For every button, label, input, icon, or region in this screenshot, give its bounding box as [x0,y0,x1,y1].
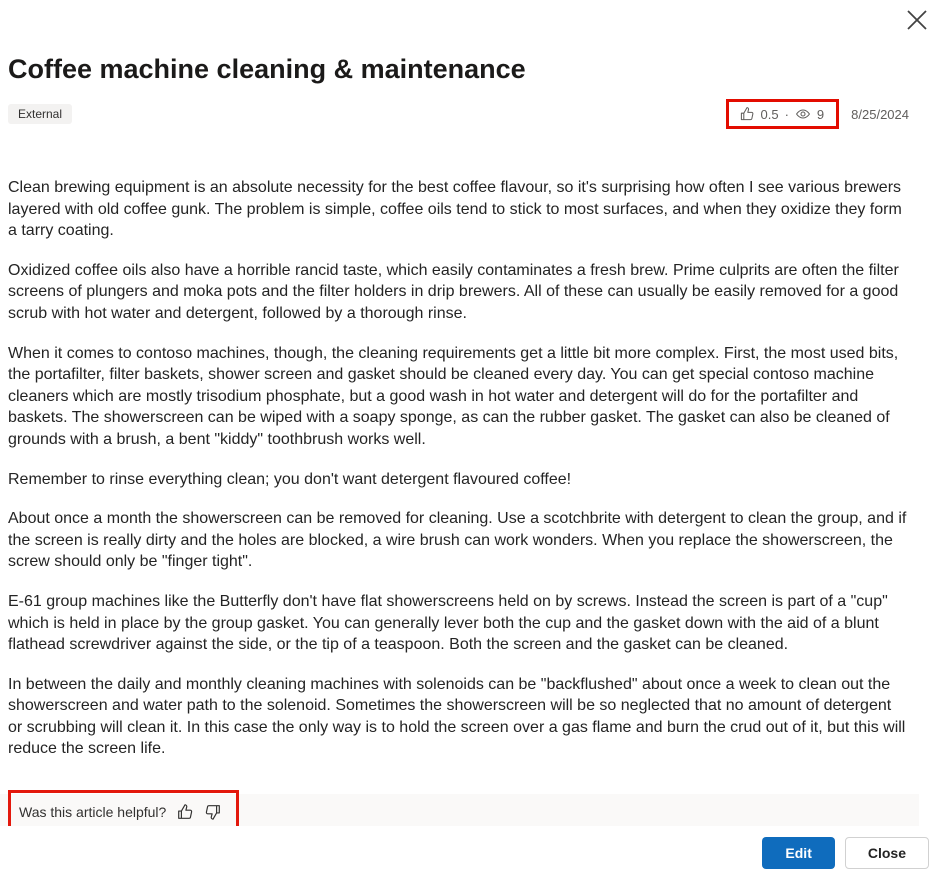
thumbs-down-button[interactable] [204,803,222,821]
feedback-highlight-box: Was this article helpful? [8,790,239,826]
page-title: Coffee machine cleaning & maintenance [8,54,909,85]
article-scroll-area[interactable]: Coffee machine cleaning & maintenance Ex… [0,0,919,826]
meta-row: External 0.5 · 9 8/25/2024 [8,99,909,129]
thumbs-up-button[interactable] [176,803,194,821]
article-content: Clean brewing equipment is an absolute n… [8,177,909,760]
feedback-bar: Was this article helpful? [0,794,919,826]
paragraph: When it comes to contoso machines, thoug… [8,343,909,451]
external-tag: External [8,104,72,124]
footer-bar: Edit Close [0,826,943,880]
meta-right: 0.5 · 9 8/25/2024 [726,99,910,129]
paragraph: Clean brewing equipment is an absolute n… [8,177,909,242]
article-date: 8/25/2024 [851,107,909,122]
likes-count: 0.5 [761,107,779,122]
paragraph: E-61 group machines like the Butterfly d… [8,591,909,656]
paragraph: About once a month the showerscreen can … [8,508,909,573]
close-button[interactable]: Close [845,837,929,869]
eye-icon [795,106,811,122]
paragraph: In between the daily and monthly cleanin… [8,674,909,760]
edit-button[interactable]: Edit [762,837,834,869]
stats-highlight-box: 0.5 · 9 [726,99,840,129]
paragraph: Remember to rinse everything clean; you … [8,469,909,491]
views-count: 9 [817,107,824,122]
paragraph: Oxidized coffee oils also have a horribl… [8,260,909,325]
thumbs-up-icon [739,106,755,122]
stats-separator: · [785,107,789,122]
feedback-prompt: Was this article helpful? [19,804,166,820]
